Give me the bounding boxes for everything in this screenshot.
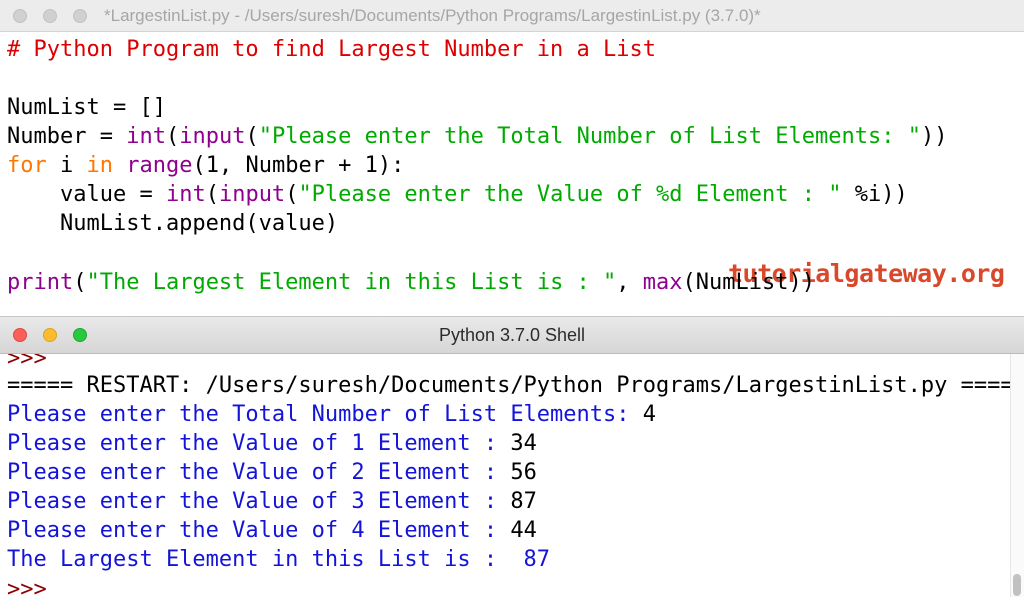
shell-output[interactable]: >>> The Largest Element in this List is :… <box>0 354 1024 597</box>
shell-window-title: Python 3.7.0 Shell <box>438 325 586 345</box>
code-token-builtin: input <box>179 124 246 149</box>
code-token-plain: value = <box>7 182 166 207</box>
shell-scrollbar-thumb[interactable] <box>1013 574 1021 596</box>
code-line: # Python Program to find Largest Number … <box>7 35 656 64</box>
shell-text-blue: Please enter the Value of 4 Element : <box>7 518 511 543</box>
code-line: print("The Largest Element in this List … <box>7 268 815 297</box>
shell-line: ===== RESTART: /Users/suresh/Documents/P… <box>7 371 1024 400</box>
code-editor[interactable]: tutorialgateway.org # Python Program to … <box>0 32 1024 316</box>
code-token-plain: , <box>616 270 643 295</box>
code-token-builtin: input <box>218 182 286 207</box>
shell-text-input: 56 <box>510 460 537 485</box>
editor-zoom-icon[interactable] <box>73 9 87 23</box>
editor-titlebar: *LargestinList.py - /Users/suresh/Docume… <box>0 0 1024 32</box>
code-token-builtin: range <box>126 153 193 178</box>
shell-text-prompt: >>> <box>7 354 47 371</box>
code-token-plain: Number = <box>7 124 127 149</box>
code-token-plain: ( <box>73 270 87 295</box>
shell-text-input: 4 <box>642 402 657 427</box>
code-token-keyword: for <box>7 153 47 178</box>
shell-text-prompt: >>> <box>7 577 47 597</box>
code-token-plain: ( <box>285 182 299 207</box>
code-token-string: "The Largest Element in this List is : " <box>86 270 617 295</box>
code-token-plain: NumList = [] <box>7 95 166 120</box>
code-line: NumList.append(value) <box>7 209 338 238</box>
code-token-plain: ( <box>165 124 180 149</box>
shell-line: Please enter the Value of 4 Element : 44 <box>7 516 537 545</box>
shell-line: Please enter the Value of 3 Element : 87 <box>7 487 537 516</box>
code-token-builtin: max <box>642 270 683 295</box>
shell-text-restart: ===== RESTART: /Users/suresh/Documents/P… <box>7 373 1024 398</box>
shell-text-blue: The Largest Element in this List is : 87 <box>7 547 551 572</box>
code-token-builtin: int <box>165 182 206 207</box>
shell-line: The Largest Element in this List is : 87 <box>7 545 550 574</box>
code-token-comment: # Python Program to find Largest Number … <box>7 37 657 62</box>
code-token-plain: NumList.append(value) <box>7 211 339 236</box>
code-token-string: "Please enter the Total Number of List E… <box>258 124 921 149</box>
shell-line: >>> <box>7 575 47 597</box>
code-token-builtin: print <box>7 270 74 295</box>
code-token-plain: (NumList)) <box>682 270 815 295</box>
code-line: NumList = [] <box>7 93 166 122</box>
editor-minimize-icon[interactable] <box>43 9 57 23</box>
shell-line: Please enter the Total Number of List El… <box>7 400 656 429</box>
code-token-plain: %i)) <box>841 182 908 207</box>
code-token-plain: )) <box>920 124 948 149</box>
code-token-plain: (1, Number + 1): <box>192 153 405 178</box>
code-token-plain: ( <box>205 182 219 207</box>
code-line: Number = int(input("Please enter the Tot… <box>7 122 947 151</box>
code-token-plain: ( <box>245 124 259 149</box>
shell-line: >>> <box>7 354 47 373</box>
shell-titlebar: Python 3.7.0 Shell <box>0 316 1024 354</box>
code-token-plain: i <box>46 153 87 178</box>
editor-close-icon[interactable] <box>13 9 27 23</box>
code-line: value = int(input("Please enter the Valu… <box>7 180 908 209</box>
shell-line: Please enter the Value of 1 Element : 34 <box>7 429 537 458</box>
shell-text-input: 87 <box>510 489 537 514</box>
code-token-string: "Please enter the Value of %d Element : … <box>298 182 842 207</box>
shell-line: Please enter the Value of 2 Element : 56 <box>7 458 537 487</box>
code-line: for i in range(1, Number + 1): <box>7 151 404 180</box>
shell-text-blue: Please enter the Value of 2 Element : <box>7 460 511 485</box>
shell-scrollbar[interactable] <box>1010 354 1024 597</box>
code-token-builtin: int <box>126 124 166 149</box>
code-token-keyword: in <box>86 153 114 178</box>
shell-text-blue: Please enter the Total Number of List El… <box>7 402 643 427</box>
shell-text-blue: Please enter the Value of 3 Element : <box>7 489 511 514</box>
shell-text-input: 34 <box>510 431 537 456</box>
shell-text-blue: Please enter the Value of 1 Element : <box>7 431 511 456</box>
editor-window-title: *LargestinList.py - /Users/suresh/Docume… <box>104 6 761 25</box>
shell-text-input: 44 <box>510 518 537 543</box>
